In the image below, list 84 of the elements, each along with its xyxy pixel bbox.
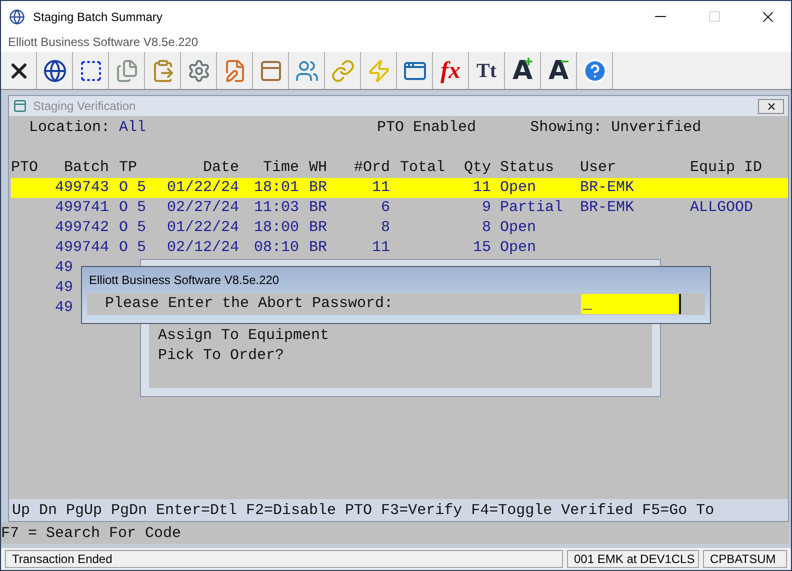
showing-label: Showing: [530,118,602,138]
globe-icon [42,58,66,82]
column-header: PTO [11,158,40,178]
table-cell-text: 18:00 [252,218,299,238]
column-header: #Ord [352,158,390,178]
table-cell-text: 11 [370,178,390,198]
location-value: All [119,118,146,138]
table-cell-text: O 5 [118,218,148,238]
table-cell-text: 6 [380,198,390,218]
table-cell-text: 02/12/24 [166,238,239,258]
table-cell-text: 9 [480,198,491,218]
status-panel: CPBATSUM [703,550,787,568]
key-help: F7 = Search For Code [1,524,182,542]
password-field[interactable]: _ [581,294,681,314]
lightning-icon [366,58,390,82]
table-row[interactable]: 499742 O 5 01/22/24 18:00 BR 8 8 Open [11,218,788,238]
dashed-square-icon [78,58,102,82]
password-prompt: Please Enter the Abort Password: [105,294,394,314]
table-cell-text: 11 [472,178,491,198]
table-cell-text: O 5 [118,178,148,198]
showing-value: Unverified [611,118,702,138]
documents-icon [114,58,138,82]
window-icon [13,99,27,113]
window-title: Staging Batch Summary [33,10,164,24]
table-cell-text: 499743 [54,178,109,198]
panel-title: Staging Verification [33,99,137,113]
table-cell-text: O 5 [118,198,148,218]
status-panel: Transaction Ended [5,550,563,568]
column-header: Total [399,158,446,178]
minimize-icon [654,16,666,17]
table-cell-text: 02/27/24 [166,198,239,218]
table-cell-text: 11 [370,238,390,258]
table-cell-text: BR-EMK [580,198,636,218]
pto-status: PTO Enabled [377,118,476,138]
table-row[interactable]: 499743 O 5 01/22/24 18:01 BR 11 11 Open BR-EMK [11,178,788,198]
table-cell-text: 01/22/24 [166,218,239,238]
table-cell-text: Open [499,238,538,258]
table-cell-text: 8 [380,218,390,238]
column-header: Date [202,158,239,178]
column-header: Status [499,158,556,178]
settings-icon [186,58,210,82]
table-cell-text: BR [308,218,328,238]
table-cell-text: 499742 [54,218,109,238]
table-row[interactable]: 499744 O 5 02/12/24 08:10 BR 11 15 Open [11,238,788,258]
table-cell-text: BR [308,238,328,258]
table-cell-text: 08:10 [252,238,299,258]
column-header: Time [262,158,299,178]
column-header: WH [308,158,328,178]
app-version: Elliott Business Software V8.5e.220 [8,35,198,49]
help-icon [582,58,608,84]
table-cell-text: Open [499,178,538,198]
table-cell-text: BR [308,178,328,198]
people-icon [294,58,318,82]
menu-option[interactable]: Pick To Order? [158,346,652,366]
key-help: Up Dn PgUp PgDn Enter=Dtl F2=Disable PTO F3=Verify F4=Toggle Verified F5=Go To [12,502,714,518]
column-header: User [580,158,618,178]
table-cell-text: 8 [480,218,491,238]
table-cell-text: 15 [472,238,491,258]
column-header: Qty [462,158,491,178]
close-icon [766,100,776,112]
table-cell-text: 49 [54,258,74,278]
table-cell-text: BR-EMK [580,178,636,198]
menu-option[interactable]: Assign To Equipment [158,326,652,346]
dialog-title: Elliott Business Software V8.5e.220 [88,272,280,289]
table-cell-text: ALLGOOD [690,198,754,218]
column-header: Batch [62,158,109,178]
table-cell-text: BR [308,198,328,218]
table-cell-text: Open [499,218,538,238]
table-cell-text: 499741 [54,198,109,218]
column-header: TP [118,158,138,178]
maximize-icon [708,10,720,23]
location-label: Location: [29,118,110,138]
status-panel: 001 EMK at DEV1CLS [567,550,699,568]
table-row[interactable]: 499741 O 5 02/27/24 11:03 BR 6 9 Partial BR-EMK ALLGOOD [11,198,788,218]
column-header: Equip ID [690,158,764,178]
table-cell-text: 01/22/24 [166,178,239,198]
close-button[interactable] [758,98,784,114]
table-cell-text: 11:03 [252,198,299,218]
chain-icon [330,58,354,82]
app-globe-icon [9,8,25,24]
table-cell-text: 499744 [54,238,109,258]
table-cell-text: O 5 [118,238,148,258]
table-cell-text: Partial [499,198,564,218]
table-cell-text: 18:01 [252,178,299,198]
